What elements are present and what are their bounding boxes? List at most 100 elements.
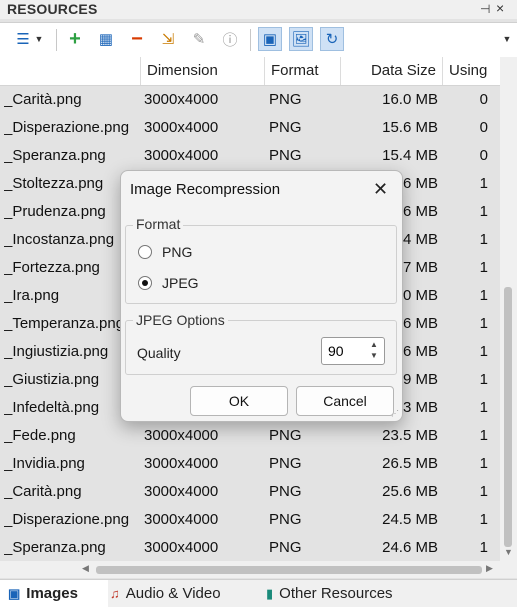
resize-grip-icon[interactable]: ⋰ xyxy=(391,409,399,418)
col-format[interactable]: Format xyxy=(271,57,319,85)
add-icon[interactable]: + xyxy=(64,28,86,50)
bottom-tabs: ▣ Images ♫ Audio & Video ▮ Other Resourc… xyxy=(0,579,517,607)
using-cell: 1 xyxy=(479,287,488,304)
tab-images[interactable]: ▣ Images xyxy=(0,580,108,607)
radio-png-label: PNG xyxy=(162,244,193,260)
using-cell: 1 xyxy=(479,203,488,220)
format-cell: PNG xyxy=(269,119,302,136)
image-recompression-dialog: Image Recompression ✕ Format PNG JPEG JP… xyxy=(120,170,403,422)
data-size-cell: 15.6 MB xyxy=(382,119,438,136)
horizontal-scroll-thumb[interactable] xyxy=(96,566,482,574)
table-row[interactable]: _Invidia.png 3000x4000 PNG 26.5 MB 1 xyxy=(0,450,500,478)
image-compress-icon[interactable]: ▣ xyxy=(258,27,282,51)
using-cell: 1 xyxy=(479,539,488,556)
format-cell: PNG xyxy=(269,427,302,444)
radio-png[interactable]: PNG xyxy=(138,244,192,260)
pin-icon[interactable]: ⊣ xyxy=(480,2,490,16)
images-icon: ▣ xyxy=(8,586,21,601)
data-size-cell: 25.6 MB xyxy=(382,483,438,500)
format-cell: PNG xyxy=(269,147,302,164)
scroll-left-icon[interactable]: ◀ xyxy=(82,563,89,574)
col-dimension[interactable]: Dimension xyxy=(147,57,218,85)
file-name-cell: _Carità.png xyxy=(4,483,82,500)
chevron-up-icon[interactable]: ▲ xyxy=(370,340,378,349)
radio-png-indicator[interactable] xyxy=(138,245,152,259)
image-icon[interactable]: 🖼 xyxy=(289,27,313,51)
format-group-label: Format xyxy=(133,216,184,232)
grid-icon[interactable]: ▦ xyxy=(95,28,117,50)
data-size-cell: 23.5 MB xyxy=(382,427,438,444)
col-using[interactable]: Using xyxy=(449,57,487,85)
file-name-cell: _Speranza.png xyxy=(4,539,106,556)
data-size-cell: 15.4 MB xyxy=(382,147,438,164)
using-cell: 1 xyxy=(479,231,488,248)
panel-titlebar: RESOURCES ⊣ × xyxy=(0,0,517,19)
quality-stepper[interactable]: 90 ▲ ▼ xyxy=(321,337,385,365)
view-list-icon[interactable]: ☰ xyxy=(12,28,34,50)
table-row[interactable]: _Disperazione.png 3000x4000 PNG 15.6 MB 0 xyxy=(0,114,500,142)
scroll-down-icon[interactable]: ▼ xyxy=(504,547,513,557)
info-icon[interactable]: ⓘ xyxy=(219,28,241,50)
tab-other-resources[interactable]: ▮ Other Resources xyxy=(262,580,416,607)
format-cell: PNG xyxy=(269,539,302,556)
overflow-arrow-icon[interactable]: ▼ xyxy=(500,28,514,50)
col-data-size[interactable]: Data Size xyxy=(346,57,436,85)
horizontal-scrollbar[interactable]: ◀ ▶ xyxy=(0,561,517,578)
chevron-down-icon[interactable]: ▼ xyxy=(370,351,378,360)
dimension-cell: 3000x4000 xyxy=(144,539,219,556)
dialog-title: Image Recompression xyxy=(130,181,281,198)
format-group xyxy=(125,225,397,304)
table-row[interactable]: _Disperazione.png 3000x4000 PNG 24.5 MB 1 xyxy=(0,506,500,534)
close-icon[interactable]: × xyxy=(496,0,504,16)
using-cell: 0 xyxy=(479,119,488,136)
dimension-cell: 3000x4000 xyxy=(144,147,219,164)
vertical-scrollbar[interactable]: ▼ xyxy=(500,57,517,561)
table-row[interactable]: _Fede.png 3000x4000 PNG 23.5 MB 1 xyxy=(0,422,500,450)
jpeg-options-label: JPEG Options xyxy=(133,312,228,328)
edit-icon[interactable]: ✎ xyxy=(188,28,210,50)
export-icon[interactable]: ⇲ xyxy=(157,28,179,50)
using-cell: 1 xyxy=(479,371,488,388)
dimension-cell: 3000x4000 xyxy=(144,455,219,472)
file-name-cell: _Invidia.png xyxy=(4,455,85,472)
cursor-refresh-icon[interactable]: ↻ xyxy=(320,27,344,51)
cancel-button[interactable]: Cancel xyxy=(296,386,394,416)
vertical-scroll-thumb[interactable] xyxy=(504,287,512,547)
format-cell: PNG xyxy=(269,91,302,108)
using-cell: 1 xyxy=(479,343,488,360)
data-size-cell: 16.0 MB xyxy=(382,91,438,108)
scroll-right-icon[interactable]: ▶ xyxy=(486,563,493,574)
toolbar: ☰ ▼ + ▦ − ⇲ ✎ ⓘ ▣ 🖼 ↻ ▼ xyxy=(0,22,517,58)
dimension-cell: 3000x4000 xyxy=(144,511,219,528)
other-resources-icon: ▮ xyxy=(266,586,274,601)
radio-jpeg-indicator[interactable] xyxy=(138,276,152,290)
tab-audio-video[interactable]: ♫ Audio & Video xyxy=(106,580,258,607)
using-cell: 1 xyxy=(479,315,488,332)
data-size-cell: 26.5 MB xyxy=(382,455,438,472)
using-cell: 1 xyxy=(479,483,488,500)
quality-label: Quality xyxy=(137,345,181,361)
file-name-cell: _Fede.png xyxy=(4,427,76,444)
data-size-cell: 24.5 MB xyxy=(382,511,438,528)
tab-images-label: Images xyxy=(26,585,78,602)
table-row[interactable]: _Speranza.png 3000x4000 PNG 15.4 MB 0 xyxy=(0,142,500,170)
file-name-cell: _Speranza.png xyxy=(4,147,106,164)
file-name-cell: _Disperazione.png xyxy=(4,119,130,136)
table-row[interactable]: _Speranza.png 3000x4000 PNG 24.6 MB 1 xyxy=(0,534,500,561)
quality-value[interactable]: 90 xyxy=(328,343,344,359)
radio-jpeg[interactable]: JPEG xyxy=(138,275,199,291)
file-name-cell: _Disperazione.png xyxy=(4,511,130,528)
using-cell: 1 xyxy=(479,511,488,528)
table-row[interactable]: _Carità.png 3000x4000 PNG 25.6 MB 1 xyxy=(0,478,500,506)
remove-icon[interactable]: − xyxy=(126,28,148,50)
table-row[interactable]: _Carità.png 3000x4000 PNG 16.0 MB 0 xyxy=(0,86,500,114)
tab-audio-video-label: Audio & Video xyxy=(125,585,221,602)
close-icon[interactable]: ✕ xyxy=(373,179,388,200)
dimension-cell: 3000x4000 xyxy=(144,119,219,136)
using-cell: 1 xyxy=(479,455,488,472)
dropdown-arrow-icon[interactable]: ▼ xyxy=(32,28,46,50)
file-name-cell: _Carità.png xyxy=(4,91,82,108)
using-cell: 1 xyxy=(479,427,488,444)
ok-button[interactable]: OK xyxy=(190,386,288,416)
dimension-cell: 3000x4000 xyxy=(144,91,219,108)
